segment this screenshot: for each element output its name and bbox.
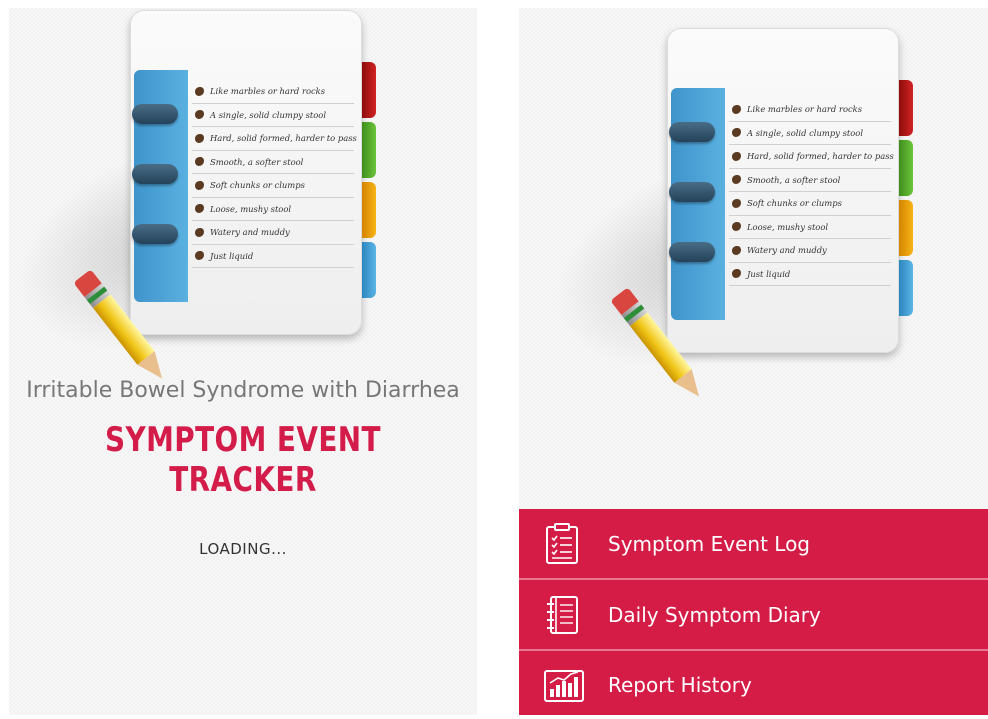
stool-type-6-icon	[732, 222, 741, 232]
stool-type-2-icon	[195, 110, 204, 120]
stool-scale-item: Smooth, a softer stool	[729, 169, 891, 192]
menu-item-label: Report History	[608, 673, 752, 697]
notebook-icon	[543, 594, 581, 636]
binder-ring	[669, 182, 715, 202]
stool-scale-item: Soft chunks or clumps	[729, 192, 891, 216]
stool-type-5-icon	[195, 180, 204, 190]
clipboard-checklist-icon	[543, 523, 581, 565]
stool-scale-item: Like marbles or hard rocks	[192, 80, 354, 104]
loading-indicator: LOADING...	[199, 540, 287, 558]
stool-type-2-icon	[732, 128, 741, 138]
menu-item-label: Daily Symptom Diary	[608, 602, 821, 627]
stool-scale-item: Like marbles or hard rocks	[729, 98, 891, 122]
notebook-tab-green	[899, 140, 913, 196]
notebook-tab-orange	[362, 182, 376, 238]
stool-scale-item: Soft chunks or clumps	[192, 174, 354, 198]
notebook-cover	[669, 88, 725, 320]
stool-scale-item: A single, solid clumpy stool	[729, 122, 891, 145]
stool-scale-list: Like marbles or hard rocks A single, sol…	[729, 98, 894, 286]
stool-scale-item: A single, solid clumpy stool	[192, 104, 354, 127]
menu-item-report-history[interactable]: Report History	[519, 651, 988, 715]
notebook-illustration: Like marbles or hard rocks A single, sol…	[519, 28, 913, 404]
stool-type-8-icon	[732, 269, 741, 279]
stool-type-1-icon	[195, 86, 204, 96]
binder-ring	[132, 224, 178, 244]
bar-chart-report-icon	[543, 665, 584, 707]
notebook-tab-red	[362, 62, 376, 118]
binder-ring	[669, 122, 715, 142]
notebook-tab-blue	[899, 260, 913, 316]
stool-scale-item: Just liquid	[729, 263, 891, 286]
notebook-tab-orange	[899, 200, 913, 256]
stool-scale-item: Smooth, a softer stool	[192, 151, 354, 174]
stool-scale-item: Hard, solid formed, harder to pass	[729, 145, 894, 169]
stool-type-4-icon	[195, 157, 204, 167]
splash-screen: Like marbles or hard rocks A single, sol…	[9, 8, 477, 715]
notebook-tab-green	[362, 122, 376, 178]
stool-type-3-icon	[732, 151, 741, 161]
notebook-illustration: Like marbles or hard rocks A single, sol…	[9, 10, 376, 386]
stool-type-4-icon	[732, 175, 741, 185]
stool-scale-item: Just liquid	[192, 245, 354, 268]
stool-type-3-icon	[195, 133, 204, 143]
notebook-tab-blue	[362, 242, 376, 298]
app-subtitle: Irritable Bowel Syndrome with Diarrhea	[26, 378, 460, 403]
stool-type-7-icon	[732, 245, 741, 255]
binder-ring	[132, 104, 178, 124]
stool-scale-item: Loose, mushy stool	[192, 198, 354, 221]
stool-type-1-icon	[732, 104, 741, 114]
stool-type-6-icon	[195, 204, 204, 214]
stool-scale-item: Watery and muddy	[729, 239, 891, 263]
menu-item-daily-symptom-diary[interactable]: Daily Symptom Diary	[519, 580, 988, 651]
stool-scale-item: Watery and muddy	[192, 221, 354, 245]
notebook-cover	[132, 70, 188, 302]
stool-scale-list: Like marbles or hard rocks A single, sol…	[192, 80, 357, 268]
stool-type-8-icon	[195, 251, 204, 261]
stool-type-5-icon	[732, 198, 741, 208]
notebook-tab-red	[899, 80, 913, 136]
menu-item-label: Symptom Event Log	[608, 531, 811, 556]
app-title: SYMPTOM EVENT TRACKER	[105, 420, 381, 500]
menu-item-symptom-event-log[interactable]: Symptom Event Log	[519, 509, 988, 580]
home-screen: Like marbles or hard rocks A single, sol…	[519, 8, 988, 715]
stool-type-7-icon	[195, 227, 204, 237]
binder-ring	[669, 242, 715, 262]
stool-scale-item: Hard, solid formed, harder to pass	[192, 127, 357, 151]
stool-scale-item: Loose, mushy stool	[729, 216, 891, 239]
main-menu: Symptom Event Log Daily Symptom Diary Re…	[519, 509, 988, 715]
binder-ring	[132, 164, 178, 184]
